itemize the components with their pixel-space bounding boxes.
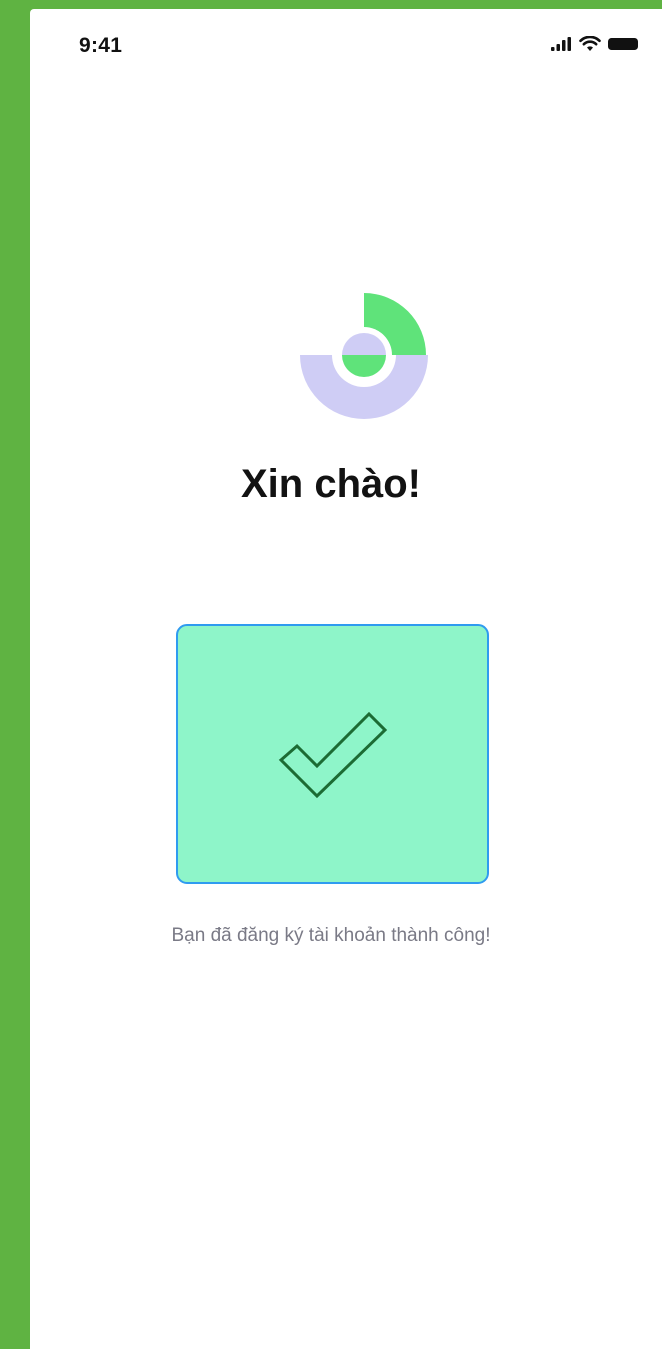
status-time: 9:41	[79, 34, 123, 57]
success-message: Bạn đã đăng ký tài khoản thành công!	[171, 925, 491, 946]
app-logo-icon	[300, 293, 428, 419]
cellular-signal-icon	[551, 37, 571, 51]
checkmark-icon	[278, 711, 387, 799]
wifi-icon	[579, 36, 601, 51]
battery-icon	[608, 38, 638, 50]
success-card	[176, 624, 489, 884]
greeting-title: Xin chào!	[240, 462, 422, 506]
status-icons	[550, 36, 638, 52]
